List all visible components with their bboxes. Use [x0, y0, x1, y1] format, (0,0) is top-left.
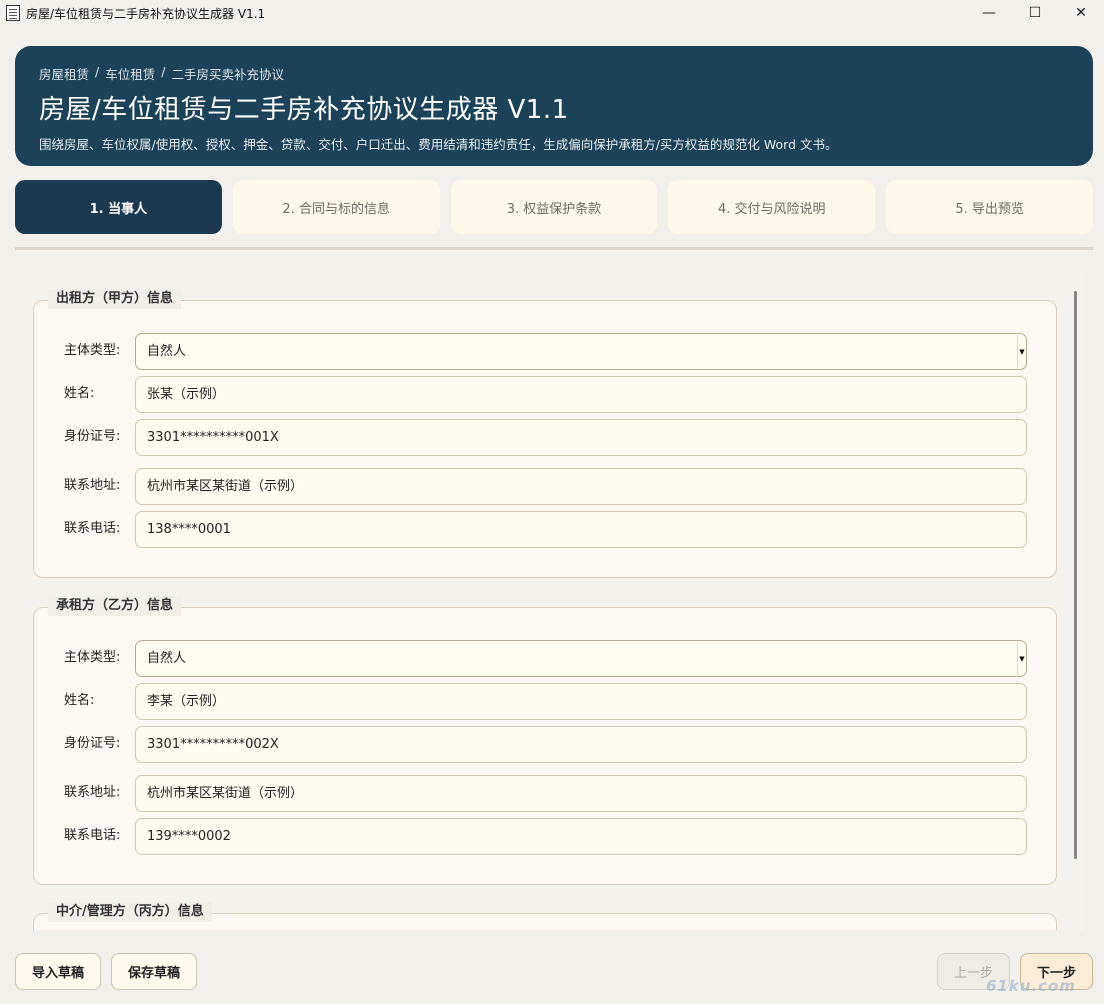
party-b-phone-input[interactable]: 139****0002 [135, 818, 1027, 855]
breadcrumb-item-parking-rental: 车位租赁 [105, 67, 156, 82]
minimize-icon[interactable]: — [966, 0, 1012, 26]
party-b-name-label: 姓名: [64, 693, 95, 708]
party-a-address-input[interactable]: 杭州市某区某街道（示例） [135, 468, 1027, 505]
party-a-id-row: 身份证号: 3301**********001X [34, 419, 1058, 457]
import-draft-button[interactable]: 导入草稿 [15, 953, 101, 990]
breadcrumb-item-second-hand: 二手房买卖补充协议 [171, 67, 284, 82]
party-a-id-input[interactable]: 3301**********001X [135, 419, 1027, 456]
scrollbar-thumb[interactable] [1074, 291, 1077, 859]
watermark: 61ku.com [985, 977, 1076, 995]
party-b-title: 承租方（乙方）信息 [48, 596, 182, 616]
party-a-phone-input[interactable]: 138****0001 [135, 511, 1027, 548]
step-tab-protection-clauses[interactable]: 3. 权益保护条款 [450, 180, 658, 234]
breadcrumb: 房屋租赁 / 车位租赁 / 二手房买卖补充协议 [39, 64, 1069, 83]
party-a-name-label: 姓名: [64, 386, 95, 401]
party-b-name-row: 姓名: 李某（示例） [34, 683, 1058, 721]
breadcrumb-item-house-rental: 房屋租赁 [39, 67, 90, 82]
party-b-address-row: 联系地址: 杭州市某区某街道（示例） [34, 775, 1058, 813]
party-a-phone-label: 联系电话: [64, 521, 121, 536]
party-a-type-label: 主体类型: [64, 343, 121, 358]
save-draft-button[interactable]: 保存草稿 [111, 953, 197, 990]
breadcrumb-separator: / [95, 64, 100, 79]
party-a-phone-row: 联系电话: 138****0001 [34, 511, 1058, 549]
party-b-type-select[interactable]: 自然人 ▼ [135, 640, 1027, 677]
party-b-phone-row: 联系电话: 139****0002 [34, 818, 1058, 856]
party-a-name-input[interactable]: 张某（示例） [135, 376, 1027, 413]
breadcrumb-separator: / [161, 64, 166, 79]
page-subtitle: 围绕房屋、车位权属/使用权、授权、押金、贷款、交付、户口迁出、费用结清和违约责任… [39, 137, 838, 152]
step-nav: 1. 当事人 2. 合同与标的信息 3. 权益保护条款 4. 交付与风险说明 5… [15, 180, 1093, 234]
window-title: 房屋/车位租赁与二手房补充协议生成器 V1.1 [26, 6, 266, 21]
dropdown-arrow-icon[interactable]: ▼ [1017, 642, 1026, 677]
close-icon[interactable]: ✕ [1058, 0, 1104, 26]
party-c-title: 中介/管理方（丙方）信息 [48, 902, 212, 922]
title-bar: 房屋/车位租赁与二手房补充协议生成器 V1.1 — ☐ ✕ [0, 0, 1104, 26]
party-b-type-row: 主体类型: 自然人 ▼ [34, 640, 1058, 678]
party-b-group: 承租方（乙方）信息 主体类型: 自然人 ▼ 姓名: 李某（示例） 身份证号: 3… [33, 596, 1058, 885]
page-title: 房屋/车位租赁与二手房补充协议生成器 V1.1 [39, 95, 569, 125]
party-c-group: 中介/管理方（丙方）信息 [33, 902, 1057, 930]
party-b-address-input[interactable]: 杭州市某区某街道（示例） [135, 775, 1027, 812]
party-b-id-row: 身份证号: 3301**********002X [34, 726, 1058, 764]
party-a-name-row: 姓名: 张某（示例） [34, 376, 1058, 414]
party-a-type-row: 主体类型: 自然人 ▼ [34, 333, 1058, 371]
party-b-id-label: 身份证号: [64, 736, 121, 751]
maximize-icon[interactable]: ☐ [1012, 0, 1058, 26]
form-scroll-area[interactable]: 出租方（甲方）信息 主体类型: 自然人 ▼ 姓名: 张某（示例） 身份证号: 3… [24, 272, 1084, 930]
dropdown-arrow-icon[interactable]: ▼ [1017, 335, 1026, 370]
party-b-type-label: 主体类型: [64, 650, 121, 665]
party-a-id-label: 身份证号: [64, 429, 121, 444]
party-b-name-input[interactable]: 李某（示例） [135, 683, 1027, 720]
party-a-address-label: 联系地址: [64, 478, 121, 493]
party-a-address-row: 联系地址: 杭州市某区某街道（示例） [34, 468, 1058, 506]
step-tab-contract-info[interactable]: 2. 合同与标的信息 [232, 180, 440, 234]
party-a-group: 出租方（甲方）信息 主体类型: 自然人 ▼ 姓名: 张某（示例） 身份证号: 3… [33, 289, 1058, 578]
divider [15, 247, 1093, 250]
party-b-phone-label: 联系电话: [64, 828, 121, 843]
party-a-type-value: 自然人 [147, 344, 187, 359]
party-b-id-input[interactable]: 3301**********002X [135, 726, 1027, 763]
party-b-address-label: 联系地址: [64, 785, 121, 800]
step-tab-parties[interactable]: 1. 当事人 [15, 180, 222, 234]
step-tab-delivery-risk[interactable]: 4. 交付与风险说明 [668, 180, 876, 234]
party-a-title: 出租方（甲方）信息 [48, 289, 182, 309]
header-banner: 房屋租赁 / 车位租赁 / 二手房买卖补充协议 房屋/车位租赁与二手房补充协议生… [15, 46, 1093, 166]
party-b-type-value: 自然人 [147, 651, 187, 666]
window-controls: — ☐ ✕ [966, 0, 1104, 26]
notepad-icon [6, 5, 20, 21]
party-a-type-select[interactable]: 自然人 ▼ [135, 333, 1027, 370]
step-tab-export-preview[interactable]: 5. 导出预览 [886, 180, 1093, 234]
